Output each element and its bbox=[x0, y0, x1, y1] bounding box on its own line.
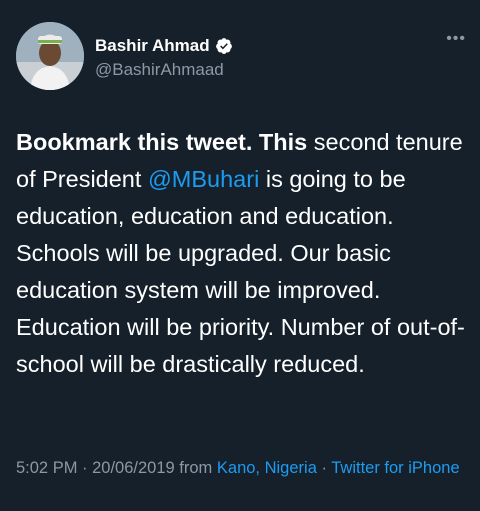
author-name[interactable]: Bashir Ahmad bbox=[95, 36, 210, 56]
tweet-meta: 5:02 PM · 20/06/2019 from Kano, Nigeria … bbox=[16, 455, 466, 481]
meta-separator: · bbox=[316, 459, 332, 477]
tweet-header: Bashir Ahmad @BashirAhmaad ••• bbox=[16, 22, 466, 97]
avatar-image bbox=[16, 22, 84, 90]
mention-link[interactable]: @MBuhari bbox=[148, 166, 259, 192]
location-link[interactable]: Kano, Nigeria bbox=[217, 459, 317, 477]
source-link[interactable]: Twitter for iPhone bbox=[331, 459, 459, 477]
more-horizontal-icon[interactable]: ••• bbox=[446, 30, 466, 48]
from-label: from bbox=[174, 459, 217, 477]
tweet-text: Bookmark this tweet. This second tenure … bbox=[16, 124, 466, 383]
tweet-text-part-2: is going to be education, education and … bbox=[16, 166, 465, 377]
tweet-date[interactable]: 20/06/2019 bbox=[92, 459, 175, 477]
author-name-row: Bashir Ahmad bbox=[95, 36, 233, 56]
meta-separator: · bbox=[77, 459, 93, 477]
author-handle[interactable]: @BashirAhmaad bbox=[95, 60, 224, 80]
tweet-time[interactable]: 5:02 PM bbox=[16, 459, 77, 477]
avatar[interactable] bbox=[16, 22, 84, 90]
tweet-text-bold-2: This bbox=[258, 129, 308, 155]
verified-badge-icon bbox=[215, 38, 232, 54]
tweet-text-bold-1: Bookmark this tweet. bbox=[16, 129, 253, 155]
